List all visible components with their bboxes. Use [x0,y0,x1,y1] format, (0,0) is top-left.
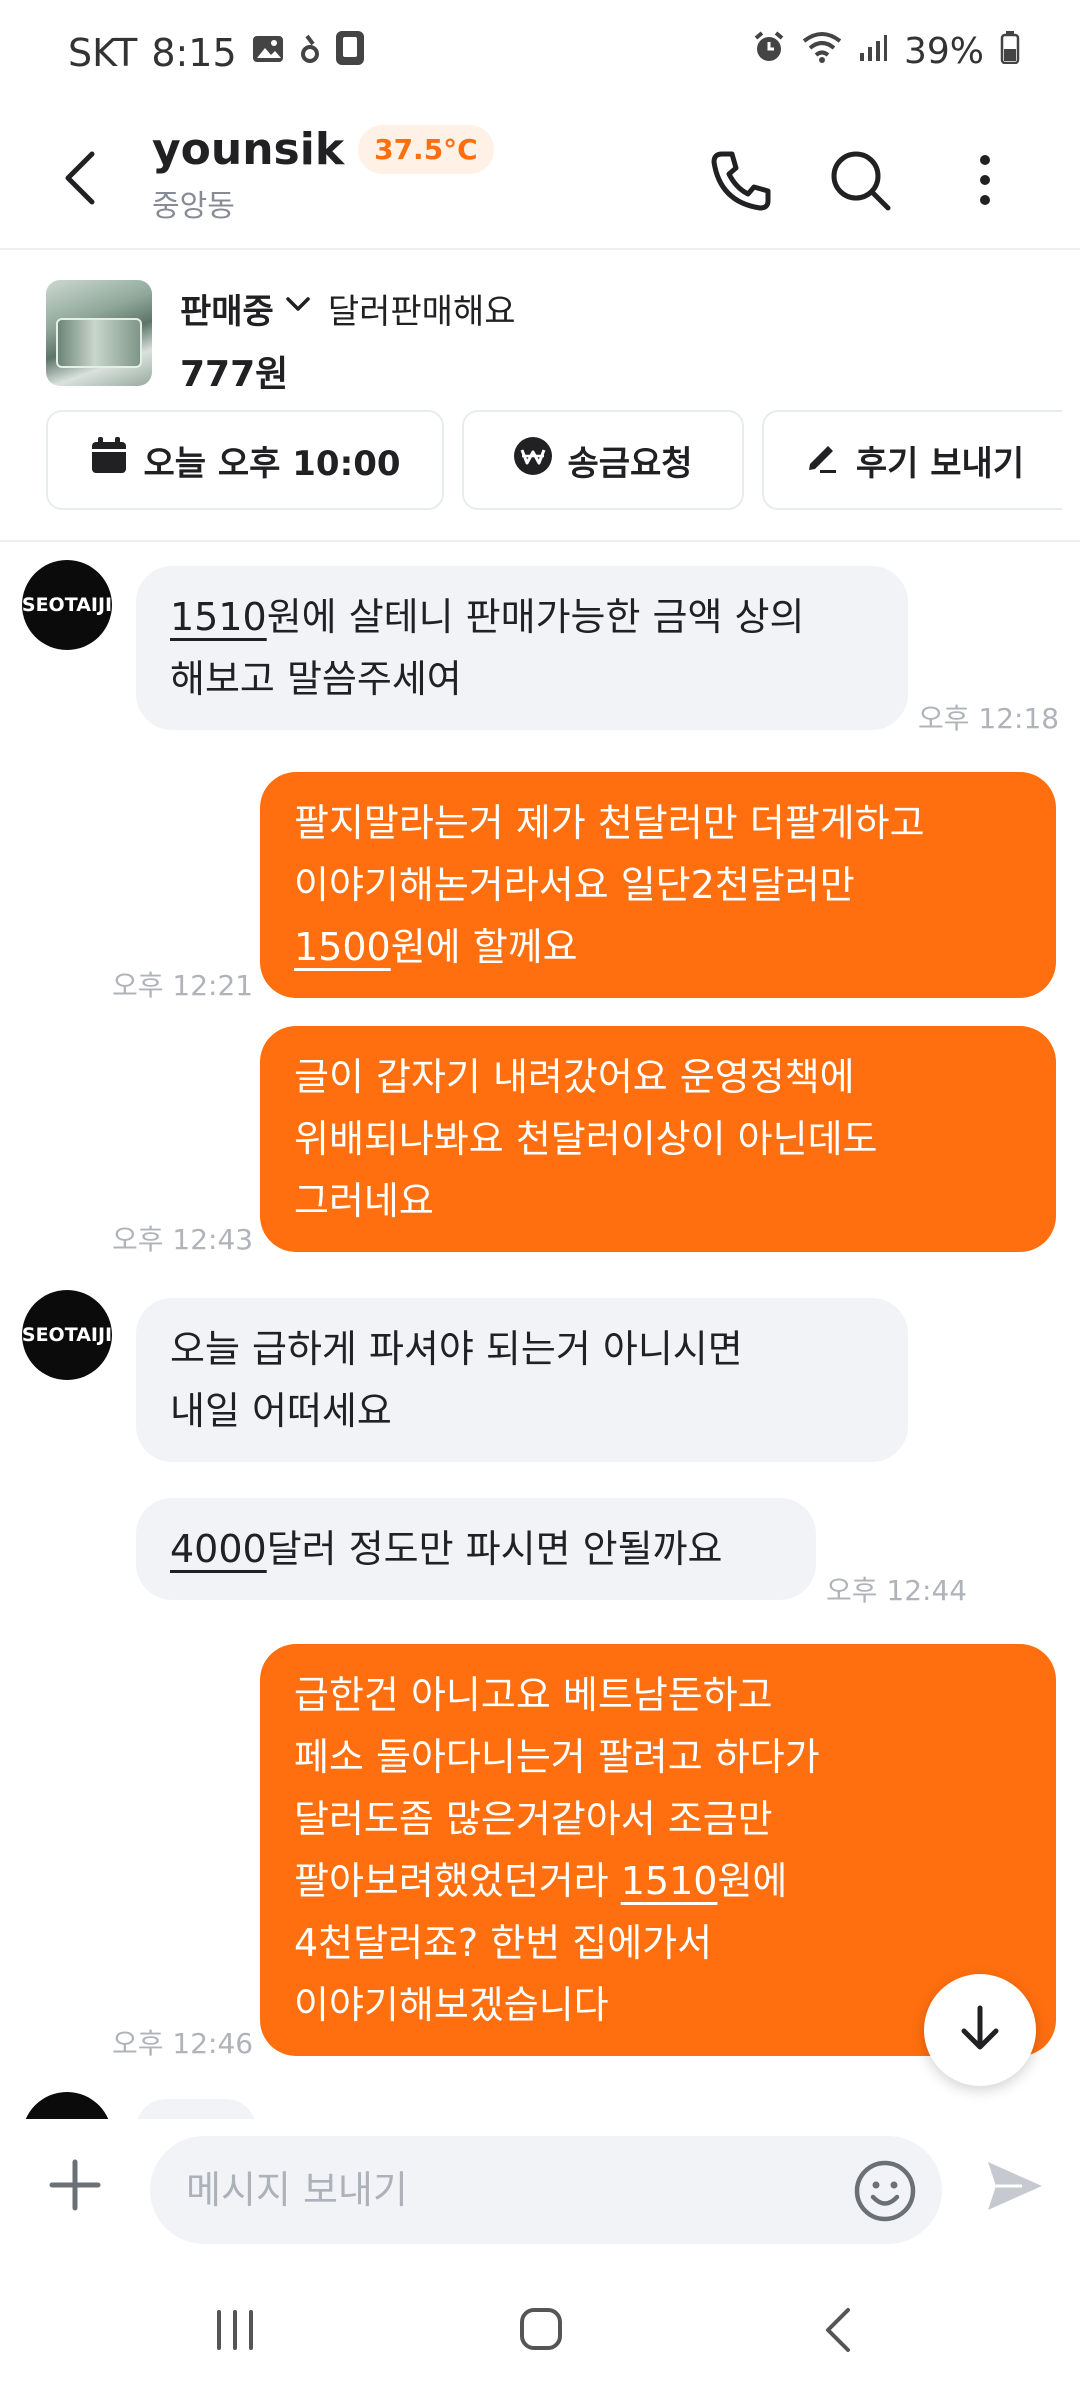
product-summary[interactable]: 판매중 달러판매해요 777원 오늘 오후 10:00 송금요청 후기 보내기 [0,252,1080,542]
search-button[interactable] [820,140,900,220]
partner-avatar[interactable]: SEOTAIJI [22,560,112,650]
message-time: 오후 12:18 [918,702,1060,735]
system-back-button[interactable] [800,2300,880,2360]
calendar-icon [89,436,129,485]
emoji-button[interactable] [852,2158,918,2224]
message-bubble-outgoing[interactable]: 글이 갑자기 내려갔어요 운영정책에 위배되나봐요 천달러이상이 아닌데도 그러… [260,1026,1056,1252]
pencil-icon [802,436,842,485]
message-composer [0,2120,1080,2260]
wifi-icon [802,31,842,72]
chat-message-list[interactable]: SEOTAIJI 1510원에 살테니 판매가능한 금액 상의 해보고 말씀주세… [0,544,1080,2119]
send-review-label: 후기 보내기 [855,443,1025,484]
home-button[interactable] [500,2300,580,2360]
product-title: 달러판매해요 [327,292,516,332]
notification-icon [299,31,321,75]
chat-partner-name: younsik [152,124,345,175]
message-input[interactable] [186,2136,826,2244]
product-price: 777원 [180,354,289,395]
message-bubble-outgoing[interactable]: 팔지말라는거 제가 천달러만 더팔게하고 이야기해논거라서요 일단2천달러만 1… [260,772,1056,998]
product-thumbnail[interactable] [46,280,152,386]
status-bar: SKT 8:15 39% [0,0,1080,110]
send-review-button[interactable]: 후기 보내기 [762,410,1062,510]
chevron-down-icon[interactable] [282,288,314,329]
manner-temperature-badge: 37.5°C [358,125,494,174]
signal-icon [858,31,888,72]
gallery-icon [251,31,285,75]
clock: 8:15 [151,30,237,75]
back-button[interactable] [50,138,120,218]
message-time: 오후 12:43 [112,1223,254,1256]
partner-avatar[interactable] [22,2092,112,2119]
more-options-button[interactable] [960,140,1010,220]
message-time: 오후 12:46 [112,2027,254,2060]
carrier-label: SKT [68,30,138,75]
schedule-label: 오늘 오후 10:00 [143,443,401,484]
send-button[interactable] [982,2154,1046,2218]
product-info: 판매중 달러판매해요 777원 [180,284,516,397]
remit-request-label: 송금요청 [567,443,693,484]
message-bubble-incoming[interactable]: 4000달러 정도만 파시면 안될까요 [136,1498,816,1600]
battery-percent: 39% [903,31,984,72]
arrow-down-icon [950,1998,1010,2062]
partner-location: 중앙동 [152,189,235,224]
header-title-block: younsik 37.5°C 중앙동 [152,124,494,225]
action-buttons: 오늘 오후 10:00 송금요청 후기 보내기 [46,410,1062,510]
message-bubble-incoming[interactable]: 오늘 급하게 파셔야 되는거 아니시면 내일 어떠세요 [136,1298,908,1462]
won-icon [513,436,553,485]
call-button[interactable] [700,140,780,220]
message-time: 오후 12:21 [112,969,254,1002]
message-bubble-incoming[interactable]: 1510원에 살테니 판매가능한 금액 상의 해보고 말씀주세여 [136,566,908,730]
message-time: 오후 12:44 [826,1574,968,1607]
alarm-icon [752,30,786,73]
system-navigation-bar [0,2260,1080,2400]
recent-apps-button[interactable] [195,2300,275,2360]
schedule-button[interactable]: 오늘 오후 10:00 [46,410,444,510]
chat-header: younsik 37.5°C 중앙동 [0,110,1080,250]
battery-icon [1000,30,1020,73]
remit-request-button[interactable]: 송금요청 [462,410,744,510]
message-bubble-incoming[interactable] [136,2099,256,2119]
phone-status-icon [335,30,365,75]
attach-button[interactable] [42,2152,108,2218]
scroll-to-bottom-button[interactable] [924,1974,1036,2086]
partner-avatar[interactable]: SEOTAIJI [22,1290,112,1380]
sale-status-dropdown[interactable]: 판매중 [180,284,274,333]
message-input-box[interactable] [150,2136,942,2244]
